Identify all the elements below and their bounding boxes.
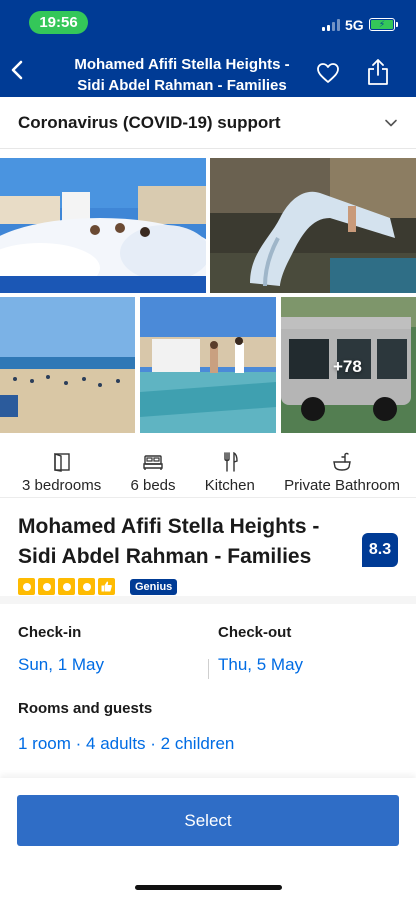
top-bar: 19:56 5G ⚡ Mohamed Afifi Stella Heights … [0, 0, 416, 97]
rating-badges: Genius [18, 578, 398, 595]
thumbs-up-icon [98, 578, 115, 595]
photo-inflatable-image [140, 297, 276, 433]
bottom-action-bar: Select [0, 778, 416, 900]
facility-private-bathroom: Private Bathroom [284, 452, 400, 497]
nav-bar: Mohamed Afifi Stella Heights - Sidi Abde… [0, 44, 416, 97]
photo-foam-party[interactable] [0, 158, 206, 293]
photo-beach[interactable] [0, 297, 135, 433]
date-divider [208, 659, 209, 679]
facility-kitchen: Kitchen [205, 452, 255, 497]
facility-beds: 6 beds [130, 452, 176, 497]
photo-water-slide[interactable] [210, 158, 416, 293]
signal-icon [322, 19, 340, 31]
review-score-badge[interactable]: 8.3 [362, 533, 398, 567]
photo-water-slide-image [210, 158, 416, 293]
property-name: Mohamed Afifi Stella Heights - Sidi Abde… [18, 515, 320, 568]
share-icon[interactable] [366, 58, 390, 86]
covid-support-row[interactable]: Coronavirus (COVID-19) support [0, 97, 416, 149]
checkout-label: Check-out [218, 624, 292, 641]
rating-square-icon [18, 578, 35, 595]
rating-square-icon [38, 578, 55, 595]
facility-label: 6 beds [130, 477, 176, 494]
facility-bedrooms: 3 bedrooms [22, 452, 101, 497]
bedroom-icon [53, 453, 70, 472]
status-time: 19:56 [29, 11, 88, 34]
photo-foam-party-image [0, 158, 206, 293]
home-indicator[interactable] [135, 885, 282, 890]
heart-icon[interactable] [316, 62, 340, 84]
photo-gallery: +78 [0, 158, 416, 438]
dates-section: Check-in Sun, 1 May Check-out Thu, 5 May [0, 604, 416, 700]
more-photos-count: +78 [333, 357, 362, 376]
rooms-guests-section: Rooms and guests 1 room · 4 adults · 2 c… [0, 700, 416, 780]
photo-shuttle-bus[interactable]: +78 [281, 297, 416, 433]
property-header: Mohamed Afifi Stella Heights - Sidi Abde… [0, 498, 416, 604]
checkout-date[interactable]: Thu, 5 May [218, 655, 303, 675]
bed-icon [143, 455, 163, 470]
back-arrow-icon[interactable] [6, 58, 30, 82]
checkin-block: Check-in Sun, 1 May [18, 624, 104, 675]
status-bar: 19:56 5G ⚡ [0, 0, 416, 44]
rating-square-icon [78, 578, 95, 595]
fork-knife-icon [224, 452, 238, 472]
checkin-date[interactable]: Sun, 1 May [18, 655, 104, 675]
select-button[interactable]: Select [17, 795, 399, 846]
rooms-guests-value[interactable]: 1 room · 4 adults · 2 children [18, 734, 398, 754]
facility-label: 3 bedrooms [22, 477, 102, 494]
chevron-down-icon [385, 119, 397, 126]
genius-badge[interactable]: Genius [130, 578, 178, 595]
facility-label: Kitchen [204, 477, 255, 494]
checkin-label: Check-in [18, 624, 82, 641]
facility-label: Private Bathroom [284, 477, 400, 494]
network-type: 5G [345, 17, 364, 33]
bathtub-icon [333, 452, 351, 471]
photo-inflatable[interactable] [140, 297, 276, 433]
photo-beach-image [0, 297, 135, 433]
covid-support-label: Coronavirus (COVID-19) support [18, 112, 281, 132]
checkout-block: Check-out Thu, 5 May [218, 624, 303, 675]
battery-icon: ⚡ [369, 18, 398, 31]
facilities-row: 3 bedrooms 6 beds Kitchen Private Bathro… [0, 438, 416, 498]
rooms-guests-label: Rooms and guests [18, 700, 153, 717]
page-title: Mohamed Afifi Stella Heights - Sidi Abde… [74, 56, 290, 94]
rating-square-icon [58, 578, 75, 595]
